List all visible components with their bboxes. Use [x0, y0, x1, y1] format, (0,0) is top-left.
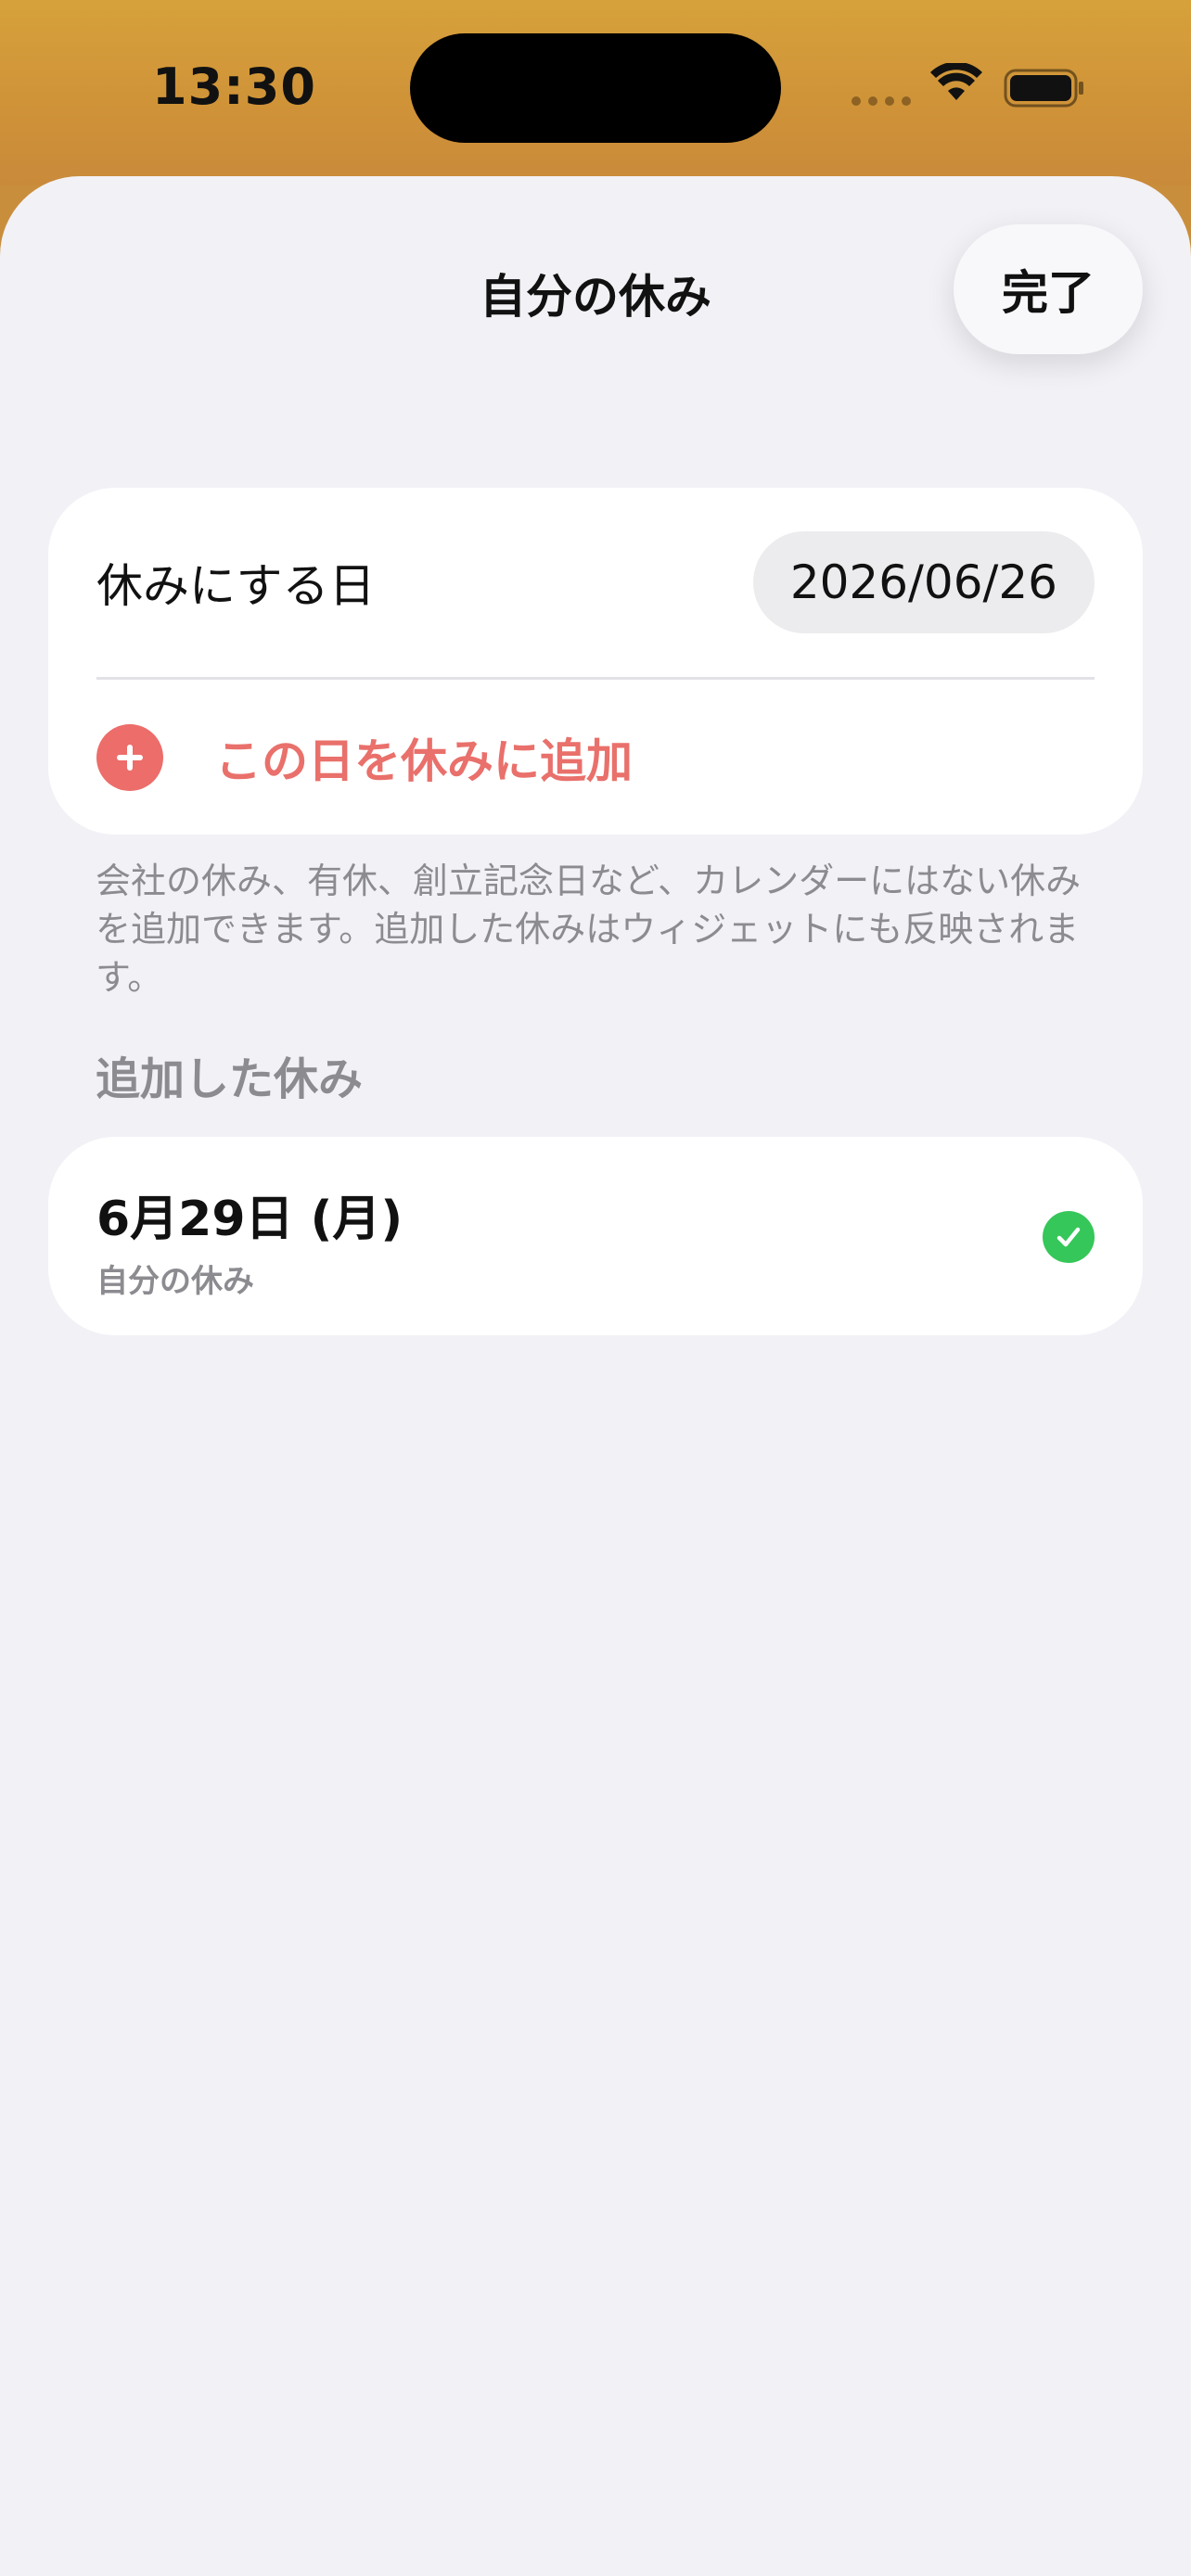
help-text: 会社の休み、有休、創立記念日など、カレンダーにはない休みを追加できます。追加した…: [96, 861, 1082, 998]
date-picker-button[interactable]: 2026/06/26: [752, 531, 1095, 633]
add-holiday-button[interactable]: この日を休みに追加: [96, 680, 1095, 835]
list-item[interactable]: 6月29日 (月) 自分の休み: [48, 1137, 1143, 1335]
status-time: 13:30: [152, 57, 316, 116]
plus-circle-icon: [96, 723, 163, 791]
holiday-date: 6月29日 (月): [96, 1192, 403, 1247]
dynamic-island: [410, 33, 781, 143]
battery-icon: [1004, 69, 1083, 108]
add-holiday-label: この日を休みに追加: [215, 733, 633, 788]
wifi-icon: [930, 63, 982, 100]
cellular-signal-icon: [852, 96, 911, 106]
date-card: 休みにする日 2026/06/26 この日を休みに追加: [48, 488, 1143, 835]
checkmark-circle-icon: [1043, 1211, 1095, 1263]
status-bar: 13:30: [0, 0, 1191, 185]
date-row: 休みにする日 2026/06/26: [96, 488, 1095, 677]
holiday-type: 自分の休み: [96, 1263, 254, 1300]
date-row-label: 休みにする日: [96, 559, 376, 613]
added-section-header: 追加した休み: [96, 1053, 364, 1105]
done-button[interactable]: 完了: [954, 224, 1143, 354]
modal-sheet: 自分の休み 完了 休みにする日 2026/06/26 この日を休みに追加 会社の…: [0, 176, 1191, 2576]
